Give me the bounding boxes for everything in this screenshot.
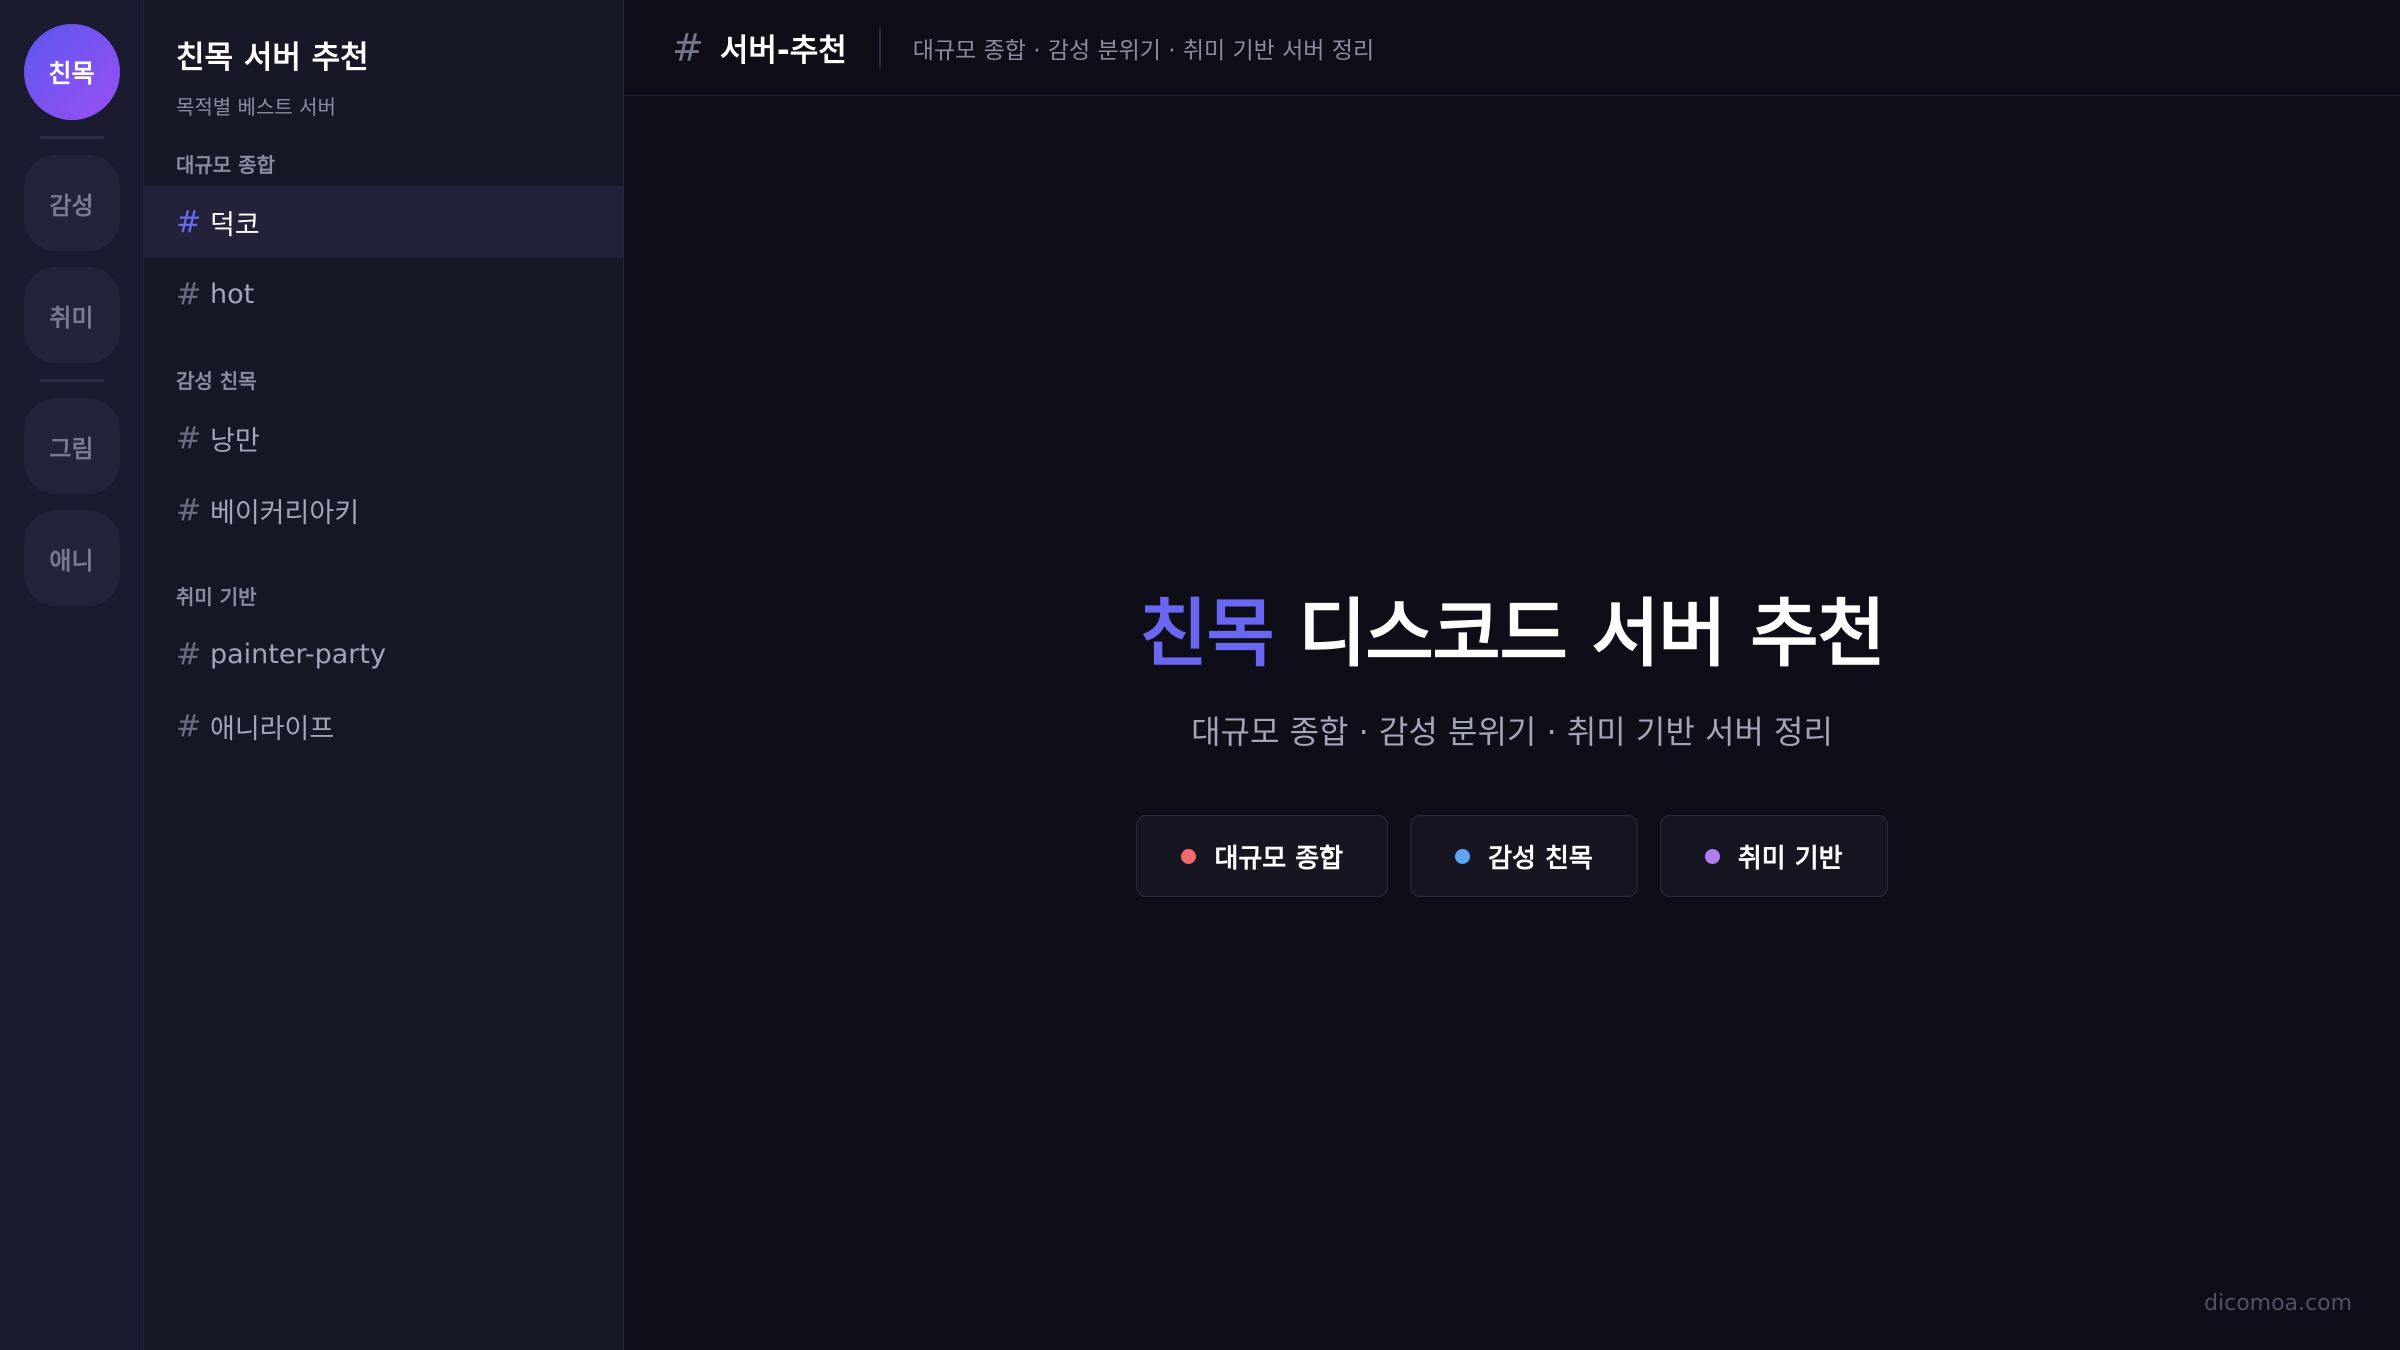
hero-section: 친목 디스코드 서버 추천 대규모 종합 · 감성 분위기 · 취미 기반 서버… <box>624 574 2400 897</box>
channel-header: # 서버-추천 대규모 종합 · 감성 분위기 · 취미 기반 서버 정리 <box>624 0 2400 96</box>
channel-item-anilife[interactable]: # 애니라이프 <box>144 690 623 762</box>
server-subtitle: 목적별 베스트 서버 <box>176 95 336 119</box>
category-chips: 대규모 종합 감성 친목 취미 기반 <box>1136 815 1888 897</box>
hash-icon: # <box>176 492 202 528</box>
hash-icon: # <box>176 708 202 744</box>
chip-large-general[interactable]: 대규모 종합 <box>1136 815 1389 897</box>
hash-icon: # <box>176 636 202 672</box>
red-dot-icon <box>1181 848 1197 864</box>
hero-title: 친목 디스코드 서버 추천 <box>1139 574 1885 681</box>
hash-icon: # <box>176 204 202 240</box>
blue-dot-icon <box>1455 848 1471 864</box>
rail-separator <box>39 379 104 382</box>
channel-topic: 대규모 종합 · 감성 분위기 · 취미 기반 서버 정리 <box>912 37 1375 64</box>
rail-separator <box>39 136 104 139</box>
server-icon-chinmok[interactable]: 친목 <box>23 24 120 120</box>
channel-item-nangman[interactable]: # 낭만 <box>144 402 623 474</box>
channel-item-hot[interactable]: # hot <box>144 258 623 330</box>
server-icon-aeni[interactable]: 애니 <box>23 510 120 606</box>
channel-item-painter-party[interactable]: # painter-party <box>144 618 623 690</box>
hero-title-rest: 디스코드 서버 추천 <box>1273 591 1885 677</box>
header-divider <box>878 27 881 68</box>
channel-item-deokko[interactable]: # 덕코 <box>144 186 623 258</box>
hash-icon: # <box>176 420 202 456</box>
channel-name: 덕코 <box>210 209 260 241</box>
channel-item-bakery[interactable]: # 베이커리아키 <box>144 474 623 546</box>
server-icon-chwimi[interactable]: 취미 <box>23 267 120 363</box>
server-title: 친목 서버 추천 <box>176 40 369 76</box>
category-label: 취미 기반 <box>176 584 257 609</box>
hash-icon: # <box>672 25 704 70</box>
watermark: dicomoa.com <box>2204 1291 2352 1316</box>
hero-subtitle: 대규모 종합 · 감성 분위기 · 취미 기반 서버 정리 <box>1191 713 1833 751</box>
main-content: # 서버-추천 대규모 종합 · 감성 분위기 · 취미 기반 서버 정리 친목… <box>624 0 2400 1350</box>
purple-dot-icon <box>1704 848 1720 864</box>
channel-sidebar: 친목 서버 추천 목적별 베스트 서버 대규모 종합 # 덕코 # hot 감성… <box>144 0 624 1350</box>
channel-name: painter-party <box>210 638 386 670</box>
chip-label: 대규모 종합 <box>1214 843 1344 874</box>
chip-hobby[interactable]: 취미 기반 <box>1659 815 1888 897</box>
hash-icon: # <box>176 276 202 312</box>
server-header: 친목 서버 추천 목적별 베스트 서버 <box>144 0 623 140</box>
chip-emotional[interactable]: 감성 친목 <box>1410 815 1638 897</box>
channel-title: 서버-추천 <box>719 33 847 69</box>
chip-label: 감성 친목 <box>1488 843 1593 874</box>
channel-name: hot <box>210 278 255 310</box>
channel-name: 애니라이프 <box>210 713 335 745</box>
server-icon-geurim[interactable]: 그림 <box>23 398 120 494</box>
server-rail: 친목 감성 취미 그림 애니 <box>0 0 144 1350</box>
app-window: 친목 감성 취미 그림 애니 친목 서버 추천 목적별 베스트 서버 대규모 종… <box>0 0 2400 1350</box>
category-label: 감성 친목 <box>176 368 257 393</box>
chip-label: 취미 기반 <box>1737 843 1843 874</box>
hero-title-accent: 친목 <box>1139 591 1274 677</box>
server-icon-gamseong[interactable]: 감성 <box>23 155 120 251</box>
channel-name: 베이커리아키 <box>210 497 360 529</box>
channel-name: 낭만 <box>210 425 260 457</box>
category-label: 대규모 종합 <box>176 152 275 177</box>
